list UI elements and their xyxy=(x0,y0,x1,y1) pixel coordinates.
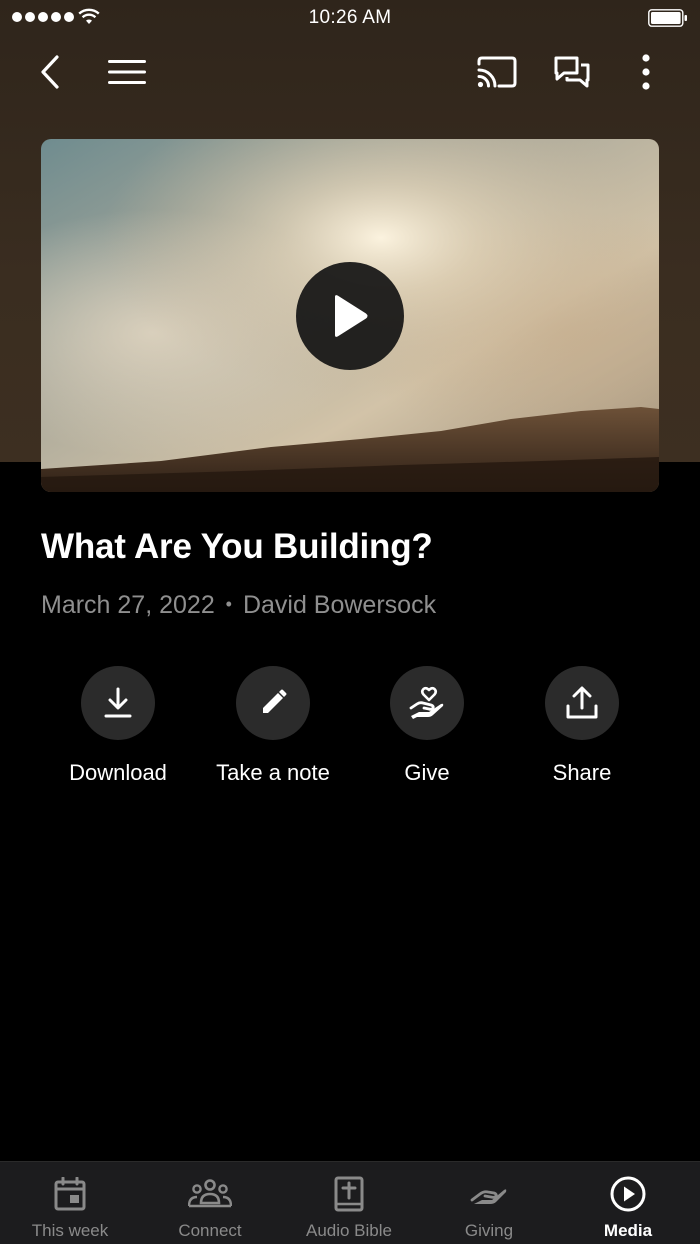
action-row: Download Take a note Give Share xyxy=(0,666,700,796)
take-note-label: Take a note xyxy=(216,760,330,785)
give-label: Give xyxy=(404,760,450,785)
play-icon xyxy=(335,295,368,337)
tab-media-label: Media xyxy=(603,1221,653,1240)
menu-button[interactable] xyxy=(101,46,153,98)
video-player[interactable] xyxy=(41,139,659,492)
cast-button[interactable] xyxy=(471,46,523,98)
tab-this-week[interactable]: This week xyxy=(0,1162,140,1244)
download-button[interactable]: Download xyxy=(38,666,198,786)
back-icon xyxy=(41,55,59,89)
tab-connect[interactable]: Connect xyxy=(140,1162,280,1244)
status-time: 10:26 AM xyxy=(308,7,392,28)
download-icon xyxy=(104,687,132,718)
calendar-icon xyxy=(54,1177,86,1211)
download-circle[interactable] xyxy=(81,666,155,740)
give-button[interactable]: Give xyxy=(347,666,507,786)
tab-giving-label: Giving xyxy=(464,1221,514,1240)
tab-audio-bible-label: Audio Bible xyxy=(305,1221,392,1240)
share-circle[interactable] xyxy=(545,666,619,740)
share-label: Share xyxy=(552,760,612,785)
sermon-meta: March 27, 2022 • David Bowersock xyxy=(41,591,436,620)
media-play-icon xyxy=(610,1176,646,1212)
people-icon xyxy=(188,1179,232,1208)
play-button[interactable] xyxy=(296,262,404,370)
sermon-date: March 27, 2022 xyxy=(41,591,215,619)
tab-this-week-label: This week xyxy=(31,1221,109,1240)
sermon-title: What Are You Building? xyxy=(41,527,433,566)
download-label: Download xyxy=(69,760,167,785)
sermon-speaker: David Bowersock xyxy=(242,591,437,619)
share-button[interactable]: Share xyxy=(502,666,662,786)
back-button[interactable] xyxy=(25,46,77,98)
chat-icon xyxy=(554,56,590,88)
take-note-circle[interactable] xyxy=(236,666,310,740)
more-options-button[interactable] xyxy=(620,46,672,98)
take-note-button[interactable]: Take a note xyxy=(193,666,353,786)
give-circle[interactable] xyxy=(390,666,464,740)
tab-connect-label: Connect xyxy=(178,1221,242,1240)
status-bar: 10:26 AM xyxy=(0,0,700,36)
chat-button[interactable] xyxy=(546,46,598,98)
more-icon xyxy=(642,54,650,90)
meta-separator: • xyxy=(225,594,232,614)
tab-giving[interactable]: Giving xyxy=(419,1162,559,1244)
bottom-tab-bar: This week Connect Audio Bible Giving Med… xyxy=(0,1161,700,1244)
bible-icon xyxy=(334,1176,364,1212)
top-toolbar xyxy=(0,46,700,98)
share-upload-icon xyxy=(566,686,598,719)
menu-icon xyxy=(108,60,146,84)
battery-icon xyxy=(648,9,687,27)
tab-media[interactable]: Media xyxy=(558,1162,698,1244)
pencil-icon xyxy=(263,689,287,713)
cast-icon xyxy=(477,56,517,88)
tab-audio-bible[interactable]: Audio Bible xyxy=(279,1162,419,1244)
give-heart-hand-icon xyxy=(409,686,444,719)
giving-hand-icon xyxy=(470,1189,507,1204)
